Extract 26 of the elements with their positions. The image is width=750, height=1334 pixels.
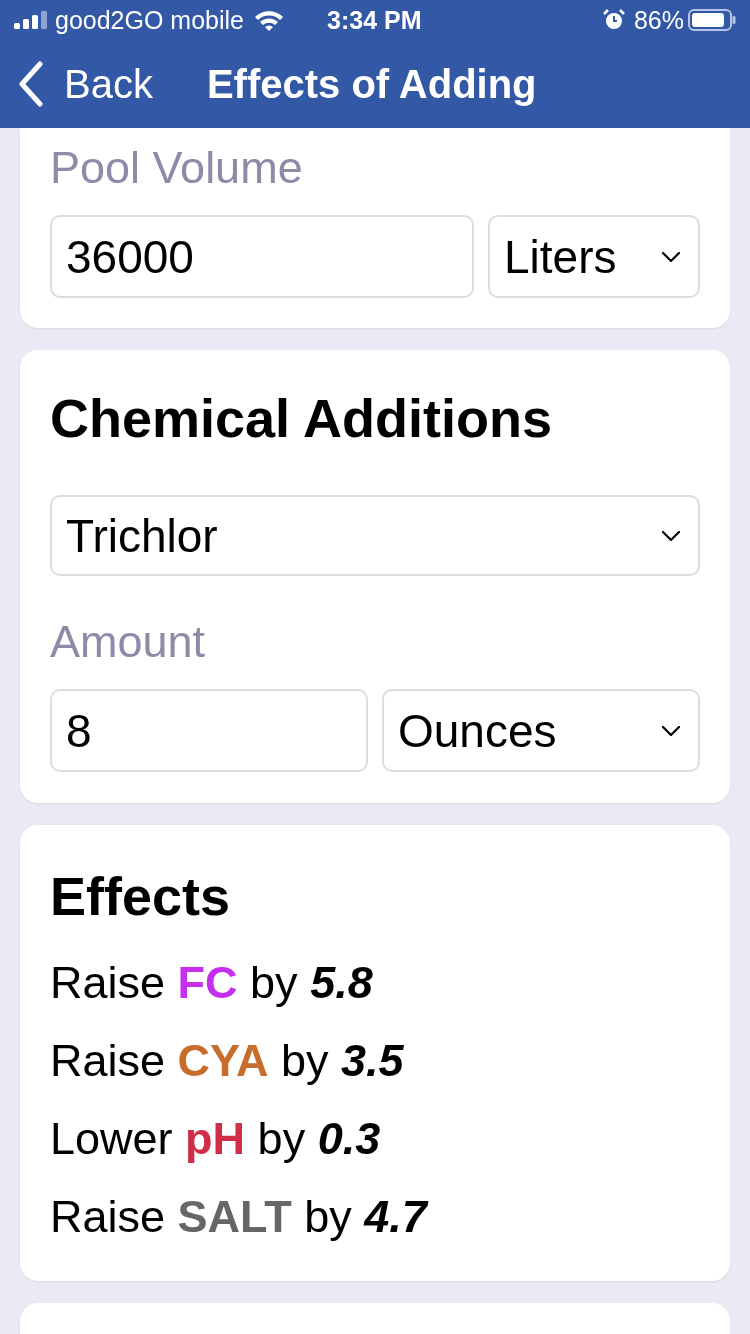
effect-line: Lower pH by 0.3 xyxy=(50,1112,382,1166)
alarm-clock-icon xyxy=(602,9,625,31)
signal-icon xyxy=(14,11,48,29)
effect-line: Raise CYA by 3.5 xyxy=(50,1034,405,1088)
effect-line: Raise SALT by 4.7 xyxy=(50,1190,430,1244)
battery-percent: 86% xyxy=(633,7,684,33)
section-heading: Chemical Additions xyxy=(50,387,554,450)
page-title: Effects of Adding xyxy=(206,64,537,104)
amount-input[interactable]: 8 xyxy=(50,689,368,772)
status-time: 3:34 PM xyxy=(327,7,422,33)
chevron-down-icon xyxy=(662,251,680,262)
field-label: Pool Volume xyxy=(50,141,304,195)
effect-line: Raise FC by 5.8 xyxy=(50,956,374,1010)
section-heading: Effects xyxy=(50,865,232,928)
volume-input[interactable]: 36000 xyxy=(50,215,474,298)
carrier-name: good2GO mobile xyxy=(55,7,244,33)
unit-select[interactable]: Liters xyxy=(488,215,700,298)
chemical-select[interactable]: Trichlor xyxy=(50,495,700,576)
chevron-down-icon xyxy=(662,530,680,541)
chevron-left-icon xyxy=(18,61,44,107)
battery-icon xyxy=(688,9,736,31)
chevron-down-icon xyxy=(662,725,680,736)
unit-select[interactable]: Ounces xyxy=(382,689,700,772)
wifi-icon xyxy=(254,9,284,31)
field-label: Amount xyxy=(50,615,207,669)
back-button[interactable]: Back xyxy=(18,61,153,107)
